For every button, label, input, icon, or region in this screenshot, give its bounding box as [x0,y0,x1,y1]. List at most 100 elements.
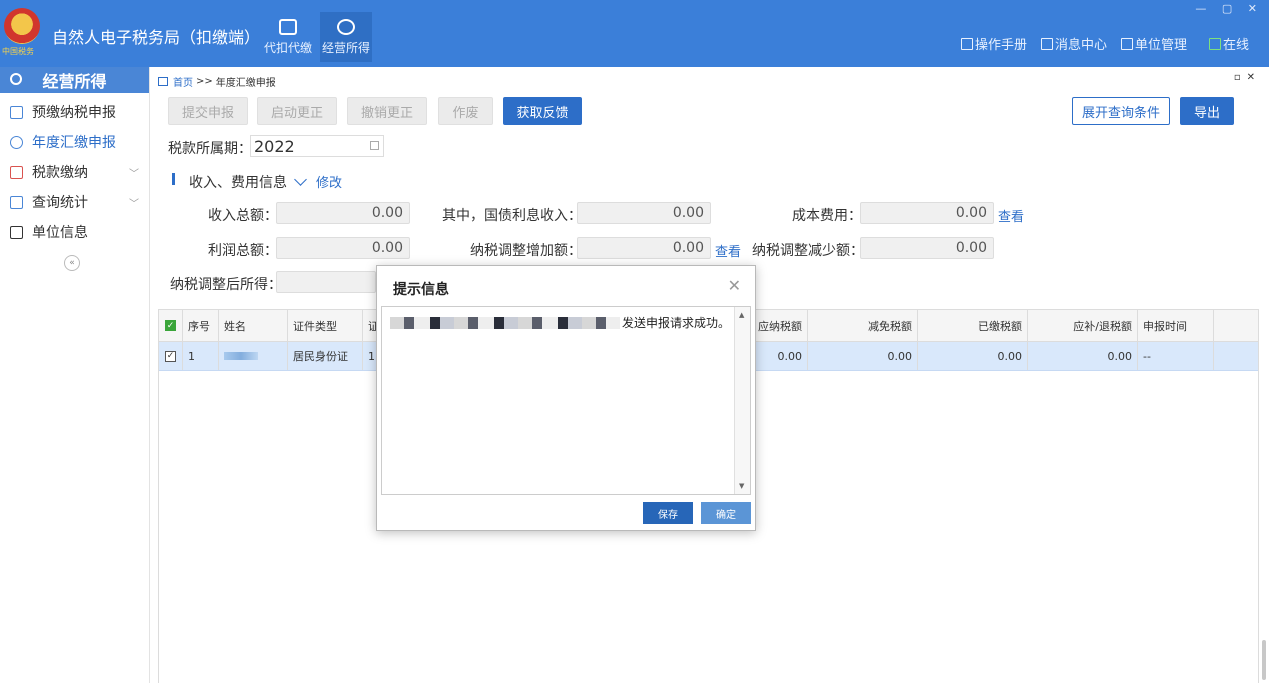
period-year-input[interactable]: 2022 [250,135,384,157]
tax-logo-icon [4,8,40,44]
manual-label: 操作手册 [974,38,1027,53]
prepay-icon [10,105,23,119]
coins-icon [10,73,22,85]
adjust-add-field: 0.00 [577,237,711,259]
row-tax-relief: 0.00 [808,342,918,370]
unit-management-label: 单位管理 [1134,38,1187,53]
sidebar-item-label: 查询统计 [32,195,88,211]
annual-icon [10,135,23,149]
tab-window-controls[interactable]: ▫✕ [1234,72,1261,83]
wallet-icon [279,19,297,35]
edit-icon[interactable] [294,173,307,186]
sidebar-item-annual[interactable]: 年度汇缴申报 [0,127,149,157]
dialog-message-text: 发送申报请求成功。 [622,316,731,330]
topnav-business-income[interactable]: 经营所得 [320,12,372,62]
close-icon[interactable]: ✕ [728,276,741,295]
expand-query-button[interactable]: 展开查询条件 [1072,97,1170,125]
select-all-checkbox[interactable]: ✓ [165,320,176,331]
adjusted-income-label: 纳税调整后所得： [170,277,282,293]
cost-label: 成本费用： [792,208,862,224]
stats-icon [10,195,23,209]
dialog-message: 发送申报请求成功。 [390,314,730,331]
void-button[interactable]: 作废 [438,97,493,125]
calendar-icon[interactable] [370,141,379,150]
dialog-scrollbar[interactable]: ▲ ▼ [734,307,750,494]
manual-link[interactable]: 操作手册 [960,34,1027,53]
sidebar-title: 经营所得 [42,72,107,91]
app-header: 中国税务 自然人电子税务局（扣缴端） 代扣代缴 经营所得 — ▢ ✕ 操作手册 … [0,0,1269,67]
export-button[interactable]: 导出 [1180,97,1234,125]
profit-field: 0.00 [276,237,410,259]
section-marker [172,173,175,185]
mail-icon [1040,37,1053,50]
window-controls[interactable]: — ▢ ✕ [1195,2,1263,15]
cost-view-link[interactable]: 查看 [998,206,1024,225]
page-scrollbar[interactable] [1262,640,1266,680]
period-label: 税款所属期： [168,141,252,157]
row-declare-time: -- [1138,342,1214,370]
adjust-sub-field: 0.00 [860,237,994,259]
section-title: 收入、费用信息 [189,175,287,191]
submit-button[interactable]: 提交申报 [168,97,248,125]
total-income-field: 0.00 [276,202,410,224]
redacted-text [390,316,620,329]
online-status-icon [1208,37,1221,50]
topnav-label: 代扣代缴 [263,41,312,55]
period-year-value: 2022 [254,137,295,156]
header-name: 姓名 [219,310,288,341]
payment-icon [10,165,23,179]
breadcrumb: 首页 >> 年度汇缴申报 [158,74,276,89]
header-tax-paid: 已缴税额 [918,310,1028,341]
dialog-ok-button[interactable]: 确定 [701,502,751,524]
row-checkbox[interactable]: ✓ [165,350,176,362]
sidebar-item-payment[interactable]: 税款缴纳 ﹀ [0,157,149,187]
row-name [219,342,288,370]
online-label: 在线 [1222,38,1249,53]
header-tax-relief: 减免税额 [808,310,918,341]
sidebar-item-label: 预缴纳税申报 [32,105,116,121]
edit-link[interactable]: 修改 [316,172,342,191]
cancel-correct-button[interactable]: 撤销更正 [347,97,427,125]
header-tax-due: 应补/退税额 [1028,310,1138,341]
profit-label: 利润总额： [208,243,278,259]
dialog-title: 提示信息 [393,282,449,298]
sidebar-item-stats[interactable]: 查询统计 ﹀ [0,187,149,217]
app-title: 自然人电子税务局（扣缴端） [52,28,261,47]
sidebar-collapse-button[interactable]: « [64,255,80,271]
start-correct-button[interactable]: 启动更正 [257,97,337,125]
adjust-add-view-link[interactable]: 查看 [715,241,741,260]
header-id-type: 证件类型 [288,310,363,341]
row-tax-due: 0.00 [1028,342,1138,370]
message-center-label: 消息中心 [1054,38,1107,53]
bond-interest-field: 0.00 [577,202,711,224]
sidebar-item-prepay[interactable]: 预缴纳税申报 [0,97,149,127]
breadcrumb-home[interactable]: 首页 [173,74,193,89]
sidebar-item-label: 年度汇缴申报 [32,135,116,151]
row-tax-paid: 0.00 [918,342,1028,370]
dialog-message-box: 发送申报请求成功。 ▲ ▼ [381,306,751,495]
redacted-name [224,352,258,360]
bond-interest-label: 其中，国债利息收入： [442,208,582,224]
row-tax-payable: 0.00 [755,342,808,370]
sidebar-item-company-info[interactable]: 单位信息 [0,217,149,247]
breadcrumb-current: 年度汇缴申报 [215,78,276,89]
topnav-withholding[interactable]: 代扣代缴 [262,12,314,62]
message-center-link[interactable]: 消息中心 [1040,34,1107,53]
header-tax-payable: 应纳税额 [755,310,808,341]
get-feedback-button[interactable]: 获取反馈 [503,97,582,125]
select-all-cell[interactable]: ✓ [159,310,183,341]
scroll-up-icon[interactable]: ▲ [739,311,744,319]
row-id-type: 居民身份证 [288,342,363,370]
dialog-save-button[interactable]: 保存 [643,502,693,524]
unit-management-link[interactable]: 单位管理 [1120,34,1187,53]
logo-text: 中国税务 [2,47,34,56]
adjust-sub-label: 纳税调整减少额： [752,243,864,259]
online-status[interactable]: 在线 [1208,34,1249,53]
sidebar-item-label: 单位信息 [32,225,88,241]
scroll-down-icon[interactable]: ▼ [739,482,744,490]
home-icon [158,77,168,86]
cost-field: 0.00 [860,202,994,224]
row-select-cell[interactable]: ✓ [159,342,183,370]
building-icon [1120,37,1133,50]
total-income-label: 收入总额： [208,208,278,224]
